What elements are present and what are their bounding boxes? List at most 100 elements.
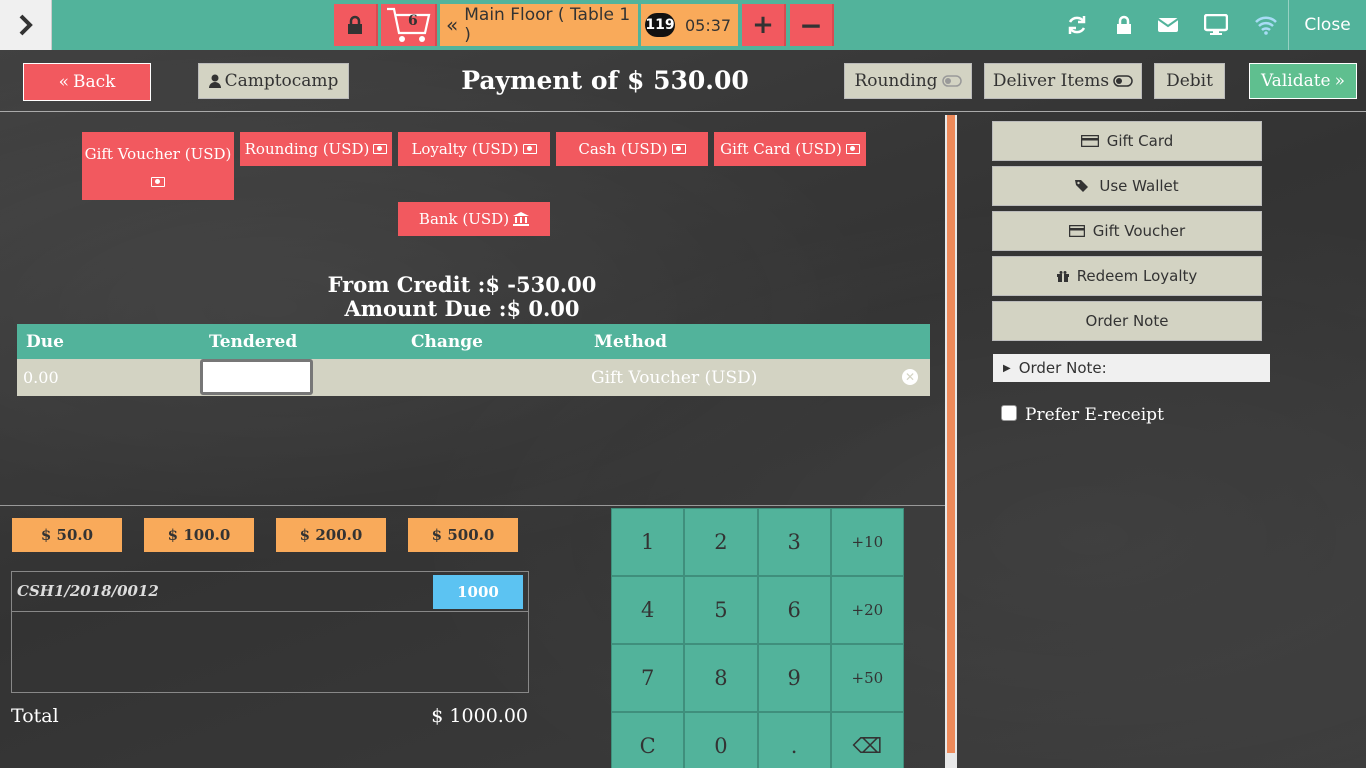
order-note-button[interactable]: Order Note	[992, 301, 1262, 341]
order-note-expander[interactable]: ▶ Order Note:	[993, 354, 1270, 382]
payment-method-gift-voucher[interactable]: Gift Voucher (USD)	[82, 132, 234, 200]
payment-table-header: Due Tendered Change Method	[17, 324, 930, 359]
payment-method-label: Bank (USD)	[418, 210, 510, 228]
sync-icon[interactable]	[1065, 13, 1089, 37]
total-value: $ 1000.00	[431, 705, 528, 727]
wifi-icon	[1254, 13, 1278, 37]
timer-badge: 119	[645, 13, 675, 37]
numpad-key-9[interactable]: 9	[757, 644, 831, 712]
tags-icon	[1075, 180, 1089, 192]
validate-label: Validate	[1260, 71, 1331, 91]
payment-method-gift-card[interactable]: Gift Card (USD)	[714, 132, 866, 166]
use-wallet-button[interactable]: Use Wallet	[992, 166, 1262, 206]
payment-method-label: Cash (USD)	[578, 140, 668, 158]
gift-card-label: Gift Card	[1106, 132, 1174, 150]
numpad-key-6[interactable]: 6	[757, 576, 831, 644]
double-chevron-right-icon: »	[1334, 71, 1346, 91]
rounding-toggle-button[interactable]: Rounding	[844, 63, 972, 99]
customer-button[interactable]: Camptocamp	[198, 63, 349, 99]
payment-method-rounding[interactable]: Rounding (USD)	[240, 132, 392, 166]
column-header-method: Method	[594, 332, 668, 352]
add-order-button[interactable]: +	[742, 4, 786, 46]
double-chevron-left-icon: «	[446, 13, 459, 37]
floor-table-button[interactable]: « Main Floor ( Table 1 )	[440, 4, 638, 46]
numpad-key-plus-10[interactable]: +10	[830, 508, 904, 576]
close-button[interactable]: Close	[1288, 0, 1366, 50]
gift-icon	[1056, 271, 1069, 282]
numpad-key-8[interactable]: 8	[684, 644, 758, 712]
scrollbar-thumb[interactable]	[947, 115, 955, 753]
numpad-key-clear[interactable]: C	[611, 712, 685, 768]
tendered-input[interactable]	[200, 359, 313, 395]
gift-card-button[interactable]: Gift Card	[992, 121, 1262, 161]
envelope-icon[interactable]	[1156, 13, 1180, 37]
debit-button[interactable]: Debit	[1154, 63, 1225, 99]
cash-amount-field[interactable]: 1000	[433, 575, 523, 609]
from-credit-text: From Credit :$ -530.00	[327, 272, 597, 297]
back-button[interactable]: « Back	[23, 63, 151, 101]
numpad-key-7[interactable]: 7	[611, 644, 685, 712]
user-icon	[208, 74, 221, 88]
numpad-key-decimal[interactable]: .	[757, 712, 831, 768]
backspace-icon[interactable]: ⌫	[830, 712, 904, 768]
numpad-key-5[interactable]: 5	[684, 576, 758, 644]
column-header-tendered: Tendered	[209, 332, 298, 352]
column-header-due: Due	[26, 332, 64, 352]
quick-cash-500-button[interactable]: $ 500.0	[408, 518, 518, 552]
money-icon	[522, 144, 537, 154]
timer-time: 05:37	[685, 15, 732, 35]
prefer-ereceipt-checkbox[interactable]	[1001, 405, 1017, 421]
numpad-key-0[interactable]: 0	[684, 712, 758, 768]
numpad-key-3[interactable]: 3	[757, 508, 831, 576]
prefer-ereceipt-label: Prefer E-receipt	[1025, 405, 1164, 425]
cart-count-badge: 6	[408, 13, 418, 29]
customer-label: Camptocamp	[224, 71, 339, 91]
numpad-key-plus-50[interactable]: +50	[830, 644, 904, 712]
monitor-icon[interactable]	[1204, 13, 1228, 37]
numpad-key-2[interactable]: 2	[684, 508, 758, 576]
redeem-loyalty-button[interactable]: Redeem Loyalty	[992, 256, 1262, 296]
lock-screen-button[interactable]	[334, 4, 378, 46]
gift-voucher-label: Gift Voucher	[1092, 222, 1186, 240]
payment-method-label: Gift Card (USD)	[720, 140, 842, 158]
redeem-loyalty-label: Redeem Loyalty	[1076, 267, 1198, 285]
payment-method-bank[interactable]: Bank (USD)	[398, 202, 550, 236]
deliver-items-label: Deliver Items	[992, 71, 1110, 91]
payment-method-loyalty[interactable]: Loyalty (USD)	[398, 132, 550, 166]
toggle-sidebar-button[interactable]	[0, 0, 52, 50]
validate-button[interactable]: Validate »	[1249, 63, 1357, 99]
numpad-key-4[interactable]: 4	[611, 576, 685, 644]
lock-icon	[348, 15, 362, 34]
payment-line-method: Gift Voucher (USD)	[591, 368, 758, 388]
use-wallet-label: Use Wallet	[1099, 177, 1179, 195]
section-divider	[0, 505, 945, 506]
order-note-field-label: Order Note:	[1018, 359, 1107, 377]
total-label: Total	[11, 705, 59, 727]
cash-session-reference: CSH1/2018/0012	[17, 582, 159, 600]
quick-cash-100-button[interactable]: $ 100.0	[144, 518, 254, 552]
numpad-key-1[interactable]: 1	[611, 508, 685, 576]
remove-order-button[interactable]: −	[790, 4, 834, 46]
money-icon	[671, 144, 686, 154]
quick-cash-200-button[interactable]: $ 200.0	[276, 518, 386, 552]
credit-card-icon	[1080, 135, 1099, 147]
gift-voucher-button[interactable]: Gift Voucher	[992, 211, 1262, 251]
credit-card-icon	[1068, 225, 1085, 237]
remove-line-icon[interactable]: ✕	[902, 369, 918, 385]
payment-line-due: 0.00	[23, 368, 59, 387]
column-header-change: Change	[411, 332, 483, 352]
payment-method-cash[interactable]: Cash (USD)	[556, 132, 708, 166]
timer-button[interactable]: 119 05:37	[641, 4, 738, 46]
money-icon	[845, 144, 860, 154]
double-chevron-left-icon: «	[58, 72, 69, 92]
rounding-label: Rounding	[854, 71, 938, 91]
quick-cash-50-button[interactable]: $ 50.0	[12, 518, 122, 552]
floor-table-label: Main Floor ( Table 1 )	[464, 5, 631, 45]
payment-method-label: Loyalty (USD)	[411, 140, 519, 158]
lock-icon[interactable]	[1112, 13, 1136, 37]
deliver-items-toggle-button[interactable]: Deliver Items	[984, 63, 1142, 99]
numpad-key-plus-20[interactable]: +20	[830, 576, 904, 644]
payment-line-row[interactable]: 0.00 Gift Voucher (USD) ✕	[17, 359, 930, 396]
money-icon	[151, 177, 165, 187]
payment-method-label: Rounding (USD)	[244, 140, 370, 158]
